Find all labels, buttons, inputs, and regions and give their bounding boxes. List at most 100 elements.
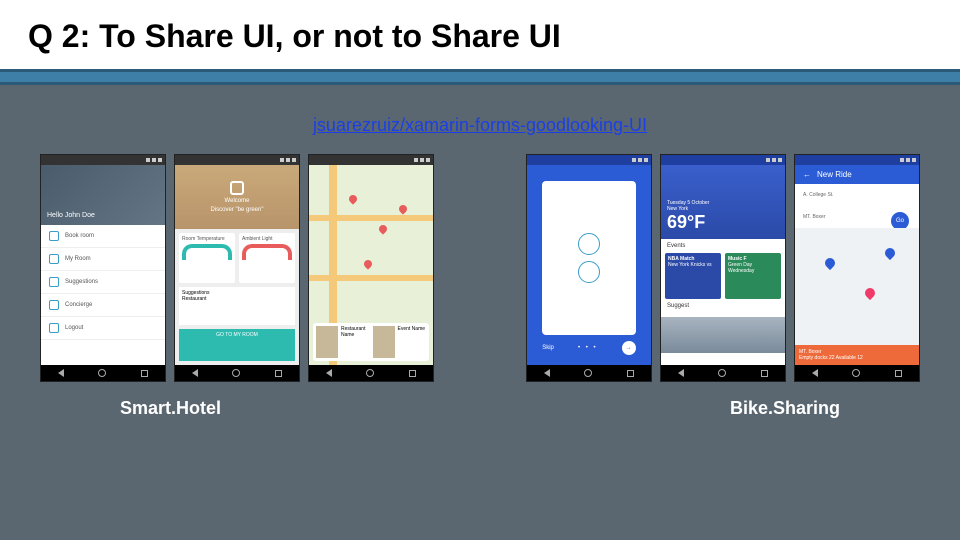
- bell-icon: [49, 300, 59, 310]
- recents-icon[interactable]: [141, 370, 148, 377]
- temperature-card[interactable]: Room Temperature: [179, 233, 235, 283]
- go-room-button[interactable]: GO TO MY ROOM: [179, 329, 295, 361]
- phone-bike-ride: ← New Ride A. College St. MT. Boxer Go: [794, 154, 920, 382]
- screen: Skip • • • →: [527, 165, 651, 365]
- map-view[interactable]: [795, 228, 919, 345]
- map-pin-icon[interactable]: [377, 223, 388, 234]
- restaurant-label: Restaurant: [182, 296, 206, 302]
- android-nav-bar: [661, 365, 785, 381]
- to-value: MT. Boxer: [803, 214, 826, 220]
- gauge-icon: [242, 244, 292, 260]
- light-card[interactable]: Ambient Light: [239, 233, 295, 283]
- recents-icon[interactable]: [761, 370, 768, 377]
- home-icon[interactable]: [98, 369, 106, 377]
- card-title: Event Name: [398, 326, 426, 332]
- screen: ← New Ride A. College St. MT. Boxer Go: [795, 165, 919, 365]
- home-icon[interactable]: [584, 369, 592, 377]
- android-status-bar: [795, 155, 919, 165]
- skip-button[interactable]: Skip: [542, 345, 554, 351]
- bed-icon: [49, 231, 59, 241]
- android-status-bar: [41, 155, 165, 165]
- list-item[interactable]: Suggestions: [41, 271, 165, 294]
- slide-title: Q 2: To Share UI, or not to Share UI: [28, 18, 932, 55]
- logo-icon: [230, 181, 244, 195]
- item-label: Logout: [65, 325, 83, 331]
- map-pin-icon[interactable]: [362, 258, 373, 269]
- page-dots: • • •: [578, 345, 598, 351]
- map-pin-icon[interactable]: [863, 286, 877, 300]
- android-status-bar: [661, 155, 785, 165]
- home-icon[interactable]: [852, 369, 860, 377]
- item-label: Concierge: [65, 302, 92, 308]
- onboarding-controls: Skip • • • →: [542, 341, 636, 355]
- events-row: NBA MatchNew York Knicks vs Music FGreen…: [661, 253, 785, 299]
- home-icon[interactable]: [366, 369, 374, 377]
- ride-footer: MT. Boxer Empty docks 22 Available 12: [795, 345, 919, 365]
- map-view[interactable]: Restaurant Name Event Name: [309, 165, 433, 365]
- back-arrow-icon[interactable]: ←: [803, 170, 811, 179]
- back-icon[interactable]: [678, 369, 684, 377]
- screen: Tuesday 5 October New York 69°F Events N…: [661, 165, 785, 365]
- map-pin-icon[interactable]: [883, 246, 897, 260]
- recents-icon[interactable]: [895, 370, 902, 377]
- card-title: Ambient Light: [242, 236, 292, 242]
- card-title: Room Temperature: [182, 236, 232, 242]
- item-label: Book room: [65, 233, 94, 239]
- suggestions-card: SuggestionsRestaurant: [179, 287, 295, 325]
- android-nav-bar: [41, 365, 165, 381]
- screen: Welcome Discover "be green" Room Tempera…: [175, 165, 299, 365]
- menu-list: Book room My Room Suggestions Concierge …: [41, 225, 165, 365]
- footer-sub: Empty docks 22 Available 12: [799, 355, 915, 361]
- list-item[interactable]: Book room: [41, 225, 165, 248]
- divider: [0, 69, 960, 85]
- item-label: Suggestions: [65, 279, 98, 285]
- header-title: New Ride: [817, 170, 852, 179]
- event-sub: New York Knicks vs: [668, 262, 712, 268]
- phone-bike-onboarding: Skip • • • →: [526, 154, 652, 382]
- android-status-bar: [527, 155, 651, 165]
- suggest-section-label: Suggest: [661, 299, 785, 313]
- phones-row: Hello John Doe Book room My Room Suggest…: [0, 154, 960, 382]
- to-field[interactable]: MT. Boxer Go: [799, 210, 915, 224]
- back-icon[interactable]: [812, 369, 818, 377]
- group-bikesharing: Skip • • • → Tuesday 5 October New York …: [526, 154, 920, 382]
- item-label: My Room: [65, 256, 91, 262]
- android-nav-bar: [527, 365, 651, 381]
- from-field[interactable]: A. College St.: [799, 188, 915, 202]
- event-card[interactable]: NBA MatchNew York Knicks vs: [665, 253, 721, 299]
- temperature-value: 69°F: [667, 212, 779, 233]
- suggest-image[interactable]: [661, 317, 785, 353]
- map-pin-icon[interactable]: [823, 256, 837, 270]
- list-item[interactable]: Concierge: [41, 294, 165, 317]
- captions-row: Smart.Hotel Bike.Sharing: [0, 382, 960, 419]
- map-pin-icon[interactable]: [347, 193, 358, 204]
- dashboard-hero: Welcome Discover "be green": [175, 165, 299, 229]
- home-icon[interactable]: [232, 369, 240, 377]
- event-card[interactable]: Music FGreen Day Wednesday: [725, 253, 781, 299]
- recents-icon[interactable]: [275, 370, 282, 377]
- map-bottom-card[interactable]: Restaurant Name Event Name: [313, 323, 429, 361]
- recents-icon[interactable]: [627, 370, 634, 377]
- repo-link[interactable]: jsuarezruiz/xamarin-forms-goodlooking-UI: [313, 115, 647, 135]
- back-icon[interactable]: [192, 369, 198, 377]
- link-row: jsuarezruiz/xamarin-forms-goodlooking-UI: [0, 85, 960, 154]
- gauge-icon: [182, 244, 232, 260]
- welcome-label: Welcome: [225, 198, 250, 204]
- phone-bike-events: Tuesday 5 October New York 69°F Events N…: [660, 154, 786, 382]
- logout-icon: [49, 323, 59, 333]
- card-title: Restaurant Name: [341, 326, 365, 338]
- recents-icon[interactable]: [409, 370, 416, 377]
- list-item[interactable]: Logout: [41, 317, 165, 340]
- screen: Hello John Doe Book room My Room Suggest…: [41, 165, 165, 365]
- list-item[interactable]: My Room: [41, 248, 165, 271]
- onboarding-card: [542, 181, 636, 335]
- back-icon[interactable]: [544, 369, 550, 377]
- screen: Restaurant Name Event Name: [309, 165, 433, 365]
- map-pin-icon[interactable]: [397, 203, 408, 214]
- next-button[interactable]: →: [622, 341, 636, 355]
- home-icon[interactable]: [718, 369, 726, 377]
- back-icon[interactable]: [58, 369, 64, 377]
- phone-smarthotel-menu: Hello John Doe Book room My Room Suggest…: [40, 154, 166, 382]
- slide: Q 2: To Share UI, or not to Share UI jsu…: [0, 0, 960, 540]
- back-icon[interactable]: [326, 369, 332, 377]
